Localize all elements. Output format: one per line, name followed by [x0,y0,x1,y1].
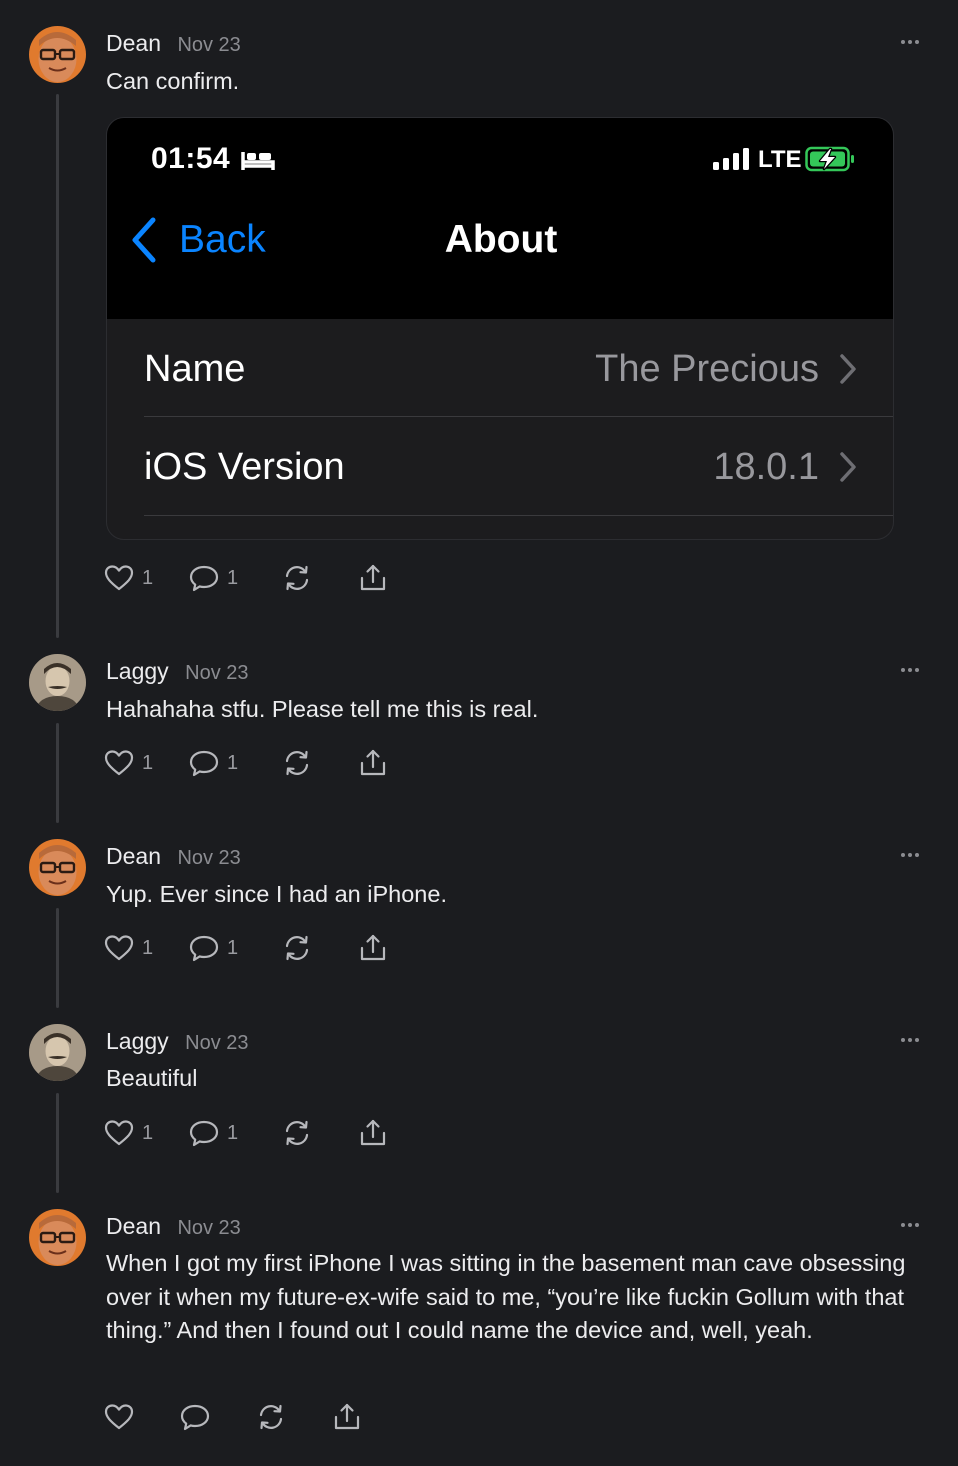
screenshot-embed[interactable]: 01:54 LTE Back About Name The Precious i… [106,117,894,540]
post-text: Hahahaha stfu. Please tell me this is re… [106,696,539,722]
nav-title: About [444,218,558,261]
battery-charging-icon [805,146,855,177]
share-icon [358,1118,388,1148]
repost-icon [282,1118,312,1148]
like-button[interactable]: 1 [104,1118,153,1148]
reply-button[interactable] [180,1402,210,1432]
comment-count: 1 [227,566,239,589]
share-icon [358,563,388,593]
post-text: Yup. Ever since I had an iPhone. [106,881,447,907]
settings-row-ios-version[interactable]: iOS Version 18.0.1 [107,418,893,516]
repost-button[interactable] [256,1402,286,1432]
like-button[interactable]: 1 [104,748,153,778]
like-button[interactable] [104,1402,134,1432]
divider [144,416,893,417]
thread-line [56,1093,59,1193]
comment-icon [189,1118,219,1148]
avatar[interactable] [29,1024,86,1081]
reply-button[interactable]: 1 [189,563,238,593]
heart-icon [104,933,134,963]
reply-button[interactable]: 1 [189,1118,238,1148]
author-name[interactable]: Dean [106,1213,161,1239]
like-button[interactable]: 1 [104,933,153,963]
thread-line [56,94,59,638]
ios-header: 01:54 LTE Back About [107,118,893,319]
author-name[interactable]: Laggy [106,1028,169,1054]
reply-button[interactable]: 1 [189,933,238,963]
post-text: Can confirm. [106,68,240,94]
comment-icon [189,748,219,778]
share-button[interactable] [358,1118,388,1148]
repost-icon [282,563,312,593]
post-text: Beautiful [106,1065,198,1091]
row-label: Name [144,348,246,390]
comment-count: 1 [227,751,239,774]
repost-button[interactable] [282,933,312,963]
thread-line [56,908,59,1008]
settings-row-name[interactable]: Name The Precious [107,320,893,418]
chevron-right-icon [839,452,857,487]
post-date: Nov 23 [177,34,241,56]
like-count: 1 [142,1121,154,1144]
author-name[interactable]: Dean [106,30,161,56]
post-date: Nov 23 [185,1032,249,1054]
comment-icon [180,1402,210,1432]
more-options-icon[interactable] [900,1215,920,1235]
row-label: iOS Version [144,446,345,488]
comment-count: 1 [227,936,239,959]
avatar[interactable] [29,26,86,83]
avatar[interactable] [29,1209,86,1266]
reply-button[interactable]: 1 [189,748,238,778]
post-text: When I got my first iPhone I was sitting… [106,1250,906,1343]
share-button[interactable] [358,933,388,963]
comment-count: 1 [227,1121,239,1144]
share-icon [358,933,388,963]
row-value: The Precious [595,348,819,390]
thread-line [56,723,59,823]
more-options-icon[interactable] [900,32,920,52]
repost-button[interactable] [282,563,312,593]
comment-icon [189,563,219,593]
cellular-signal-icon [713,148,751,175]
more-options-icon[interactable] [900,660,920,680]
repost-button[interactable] [282,748,312,778]
avatar[interactable] [29,654,86,711]
status-time: 01:54 [151,142,231,175]
network-type: LTE [758,146,802,173]
divider [144,515,893,516]
sleep-mode-icon [241,148,275,177]
heart-icon [104,748,134,778]
author-name[interactable]: Laggy [106,658,169,684]
share-button[interactable] [358,748,388,778]
avatar[interactable] [29,839,86,896]
more-options-icon[interactable] [900,1030,920,1050]
repost-button[interactable] [282,1118,312,1148]
post-date: Nov 23 [185,662,249,684]
like-count: 1 [142,936,154,959]
chevron-right-icon [839,354,857,389]
share-icon [332,1402,362,1432]
comment-icon [189,933,219,963]
share-button[interactable] [358,563,388,593]
post-date: Nov 23 [177,1217,241,1239]
like-count: 1 [142,566,154,589]
like-count: 1 [142,751,154,774]
row-value: 18.0.1 [713,446,819,488]
repost-icon [256,1402,286,1432]
heart-icon [104,1118,134,1148]
post-date: Nov 23 [177,847,241,869]
author-name[interactable]: Dean [106,843,161,869]
heart-icon [104,1402,134,1432]
more-options-icon[interactable] [900,845,920,865]
repost-icon [282,933,312,963]
repost-icon [282,748,312,778]
like-button[interactable]: 1 [104,563,153,593]
share-icon [358,748,388,778]
share-button[interactable] [332,1402,362,1432]
heart-icon [104,563,134,593]
